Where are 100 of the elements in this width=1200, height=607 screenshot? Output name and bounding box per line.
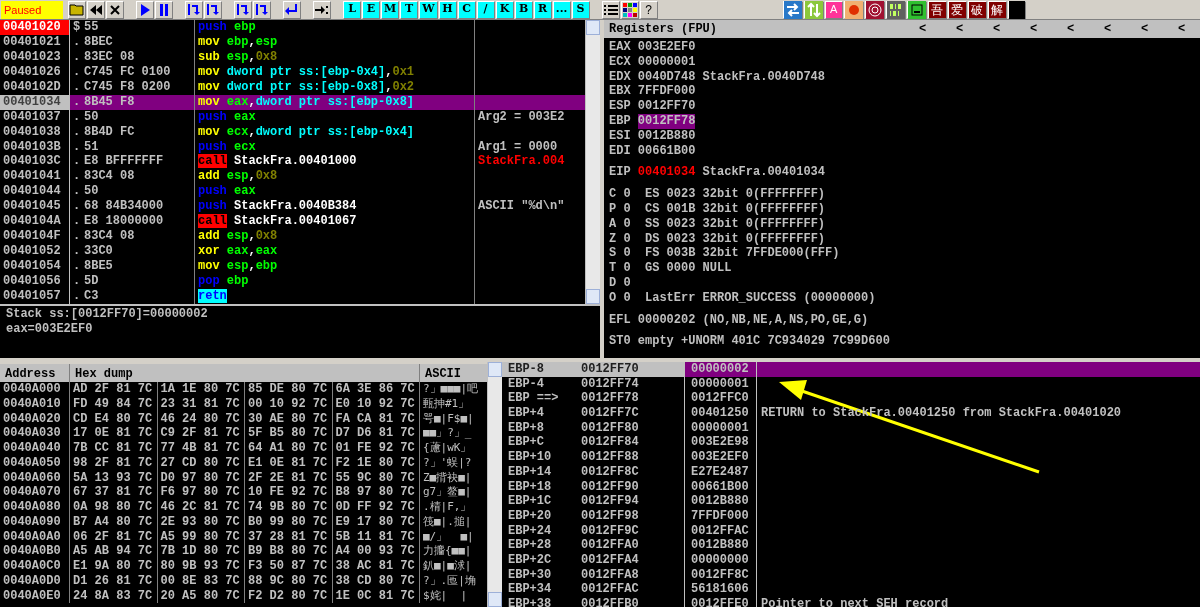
column-header[interactable]: Address xyxy=(0,364,70,384)
register-value[interactable]: 003E2EF0 xyxy=(637,40,696,55)
pause-icon[interactable] xyxy=(155,0,173,19)
window-button[interactable]: / xyxy=(476,0,495,19)
window-button[interactable]: K xyxy=(495,0,514,19)
stack-row[interactable]: EBP+10 0012FF88 003E2EF0 xyxy=(502,450,1200,465)
stack-row[interactable]: EBP+20 0012FF98 7FFDF000 xyxy=(502,508,1200,524)
code-row[interactable]: 00401034 . 8B45 F8 mov eax,dword ptr ss:[ebp-0x8] xyxy=(0,94,585,110)
window-button[interactable]: H xyxy=(438,0,457,19)
plugin-button[interactable]: 解 xyxy=(987,0,1007,19)
stack-row[interactable]: EBP-8 0012FF70 00000002 xyxy=(502,362,1200,377)
code-row[interactable]: 00401021 . 8BEC mov ebp,esp xyxy=(0,34,585,50)
stack-row[interactable]: EBP+C 0012FF84 003E2E98 xyxy=(502,435,1200,451)
stack-row[interactable]: EBP+38 0012FFB0 0012FFE0 Pointer to next SEH record xyxy=(502,597,1200,607)
up-down-arrows-icon[interactable] xyxy=(803,0,824,19)
nav-arrow-button[interactable]: < xyxy=(1126,20,1163,38)
stack-row[interactable]: EBP+34 0012FFAC 56181606 xyxy=(502,582,1200,597)
window-button[interactable]: E xyxy=(362,0,380,19)
list-icon[interactable] xyxy=(601,0,620,19)
square-icon[interactable] xyxy=(1007,0,1026,19)
address-cell: 00401057 xyxy=(0,288,70,304)
register-value[interactable]: 0040D748 xyxy=(637,69,696,85)
window-icon[interactable] xyxy=(906,0,927,19)
stack-row[interactable]: EBP+8 0012FF80 00000001 xyxy=(502,420,1200,436)
plugin-button[interactable]: 爱 xyxy=(947,0,967,19)
play-icon[interactable] xyxy=(136,0,154,19)
hex-bytes-cell: 67 37 81 7C xyxy=(70,485,158,500)
swap-arrows-icon[interactable] xyxy=(782,0,803,19)
step-into-icon[interactable] xyxy=(185,0,203,19)
column-header[interactable]: Hex dump xyxy=(70,364,420,384)
code-row[interactable]: 00401038 . 8B4D FC mov ecx,dword ptr ss:[ebp-0x4] xyxy=(0,124,585,140)
code-row[interactable]: 00401054 . 8BE5 mov esp,ebp xyxy=(0,259,585,274)
window-button[interactable]: R xyxy=(533,0,552,19)
scrollbar[interactable] xyxy=(487,362,502,607)
nav-arrow-button[interactable]: < xyxy=(1052,20,1089,38)
plugin-button[interactable]: 破 xyxy=(967,0,987,19)
stack-row[interactable]: EBP+28 0012FFA0 0012B880 xyxy=(502,538,1200,553)
close-icon[interactable] xyxy=(106,0,124,19)
step-over-icon[interactable] xyxy=(204,0,222,19)
color-grid-icon[interactable] xyxy=(620,0,639,19)
binary-icon[interactable] xyxy=(885,0,906,19)
window-button[interactable]: S xyxy=(571,0,590,19)
nav-arrow-button[interactable]: < xyxy=(941,20,978,38)
register-value[interactable]: 00401034 xyxy=(637,165,696,181)
address-cell: 00401037 xyxy=(0,109,70,125)
address-cell: 0012FF98 xyxy=(577,508,685,524)
register-value[interactable]: 00000001 xyxy=(637,54,696,70)
trace-over-icon[interactable] xyxy=(253,0,271,19)
stack-row[interactable]: EBP+24 0012FF9C 0012FFAC xyxy=(502,523,1200,539)
code-row[interactable]: 00401020 $ 55 push ebp xyxy=(0,20,585,35)
code-row[interactable]: 00401026 . C745 FC 0100 mov dword ptr ss:[ebp-0x4],0x1 xyxy=(0,64,585,80)
nav-arrow-button[interactable]: < xyxy=(1089,20,1126,38)
register-value[interactable]: 0012FF70 xyxy=(637,99,696,114)
window-button[interactable]: ... xyxy=(552,0,571,19)
offset-label: EBP+30 xyxy=(507,567,553,583)
target-icon[interactable] xyxy=(864,0,885,19)
window-button[interactable]: W xyxy=(419,0,438,19)
code-row[interactable]: 00401052 . 33C0 xor eax,eax xyxy=(0,244,585,259)
window-button[interactable]: M xyxy=(381,0,400,19)
register-value[interactable]: 0012B880 xyxy=(637,128,696,144)
rewind-icon[interactable] xyxy=(87,0,105,19)
flag-line: A 0 SS 0023 32bit 0(FFFFFFFF) xyxy=(609,216,827,232)
code-row[interactable]: 00401056 . 5D pop ebp xyxy=(0,273,585,289)
stack-row[interactable]: EBP+2C 0012FFA4 00000000 xyxy=(502,552,1200,568)
register-value[interactable]: 0012FF78 xyxy=(637,114,696,129)
nav-arrow-button[interactable]: < xyxy=(1163,20,1200,38)
stack-row[interactable]: EBP+14 0012FF8C E27E2487 xyxy=(502,464,1200,480)
code-row[interactable]: 00401041 . 83C4 08 add esp,0x8 xyxy=(0,169,585,185)
code-row[interactable]: 00401057 . C3 retn xyxy=(0,288,585,304)
help-button[interactable]: ? xyxy=(639,0,658,19)
window-button[interactable]: L xyxy=(343,0,361,19)
code-row[interactable]: 00401037 . 50 push eax Arg2 = 003E2 xyxy=(0,109,585,125)
register-value[interactable]: 7FFDF000 xyxy=(637,84,696,100)
circle-icon[interactable] xyxy=(843,0,864,19)
code-row[interactable]: 00401023 . 83EC 08 sub esp,0x8 xyxy=(0,49,585,65)
trace-into-icon[interactable] xyxy=(234,0,252,19)
value-cell: E27E2487 xyxy=(685,464,757,480)
scrollbar[interactable] xyxy=(585,20,600,304)
code-row[interactable]: 0040104F . 83C4 08 add esp,0x8 xyxy=(0,229,585,245)
nav-arrow-button[interactable]: < xyxy=(978,20,1015,38)
row-marker: . xyxy=(72,139,82,155)
code-row[interactable]: 00401044 . 50 push eax xyxy=(0,184,585,200)
code-row[interactable]: 0040103C . E8 BFFFFFFF call StackFra.00401000 StackFra.004 xyxy=(0,154,585,170)
stack-row[interactable]: EBP+18 0012FF90 00661B00 xyxy=(502,479,1200,495)
address-cell: 0012FF80 xyxy=(577,420,685,436)
code-row[interactable]: 0040102D . C745 F8 0200 mov dword ptr ss:[ebp-0x8],0x2 xyxy=(0,79,585,95)
nav-arrow-button[interactable]: < xyxy=(904,20,941,38)
code-row[interactable]: 0040104A . E8 18000000 call StackFra.00401067 xyxy=(0,214,585,230)
row-marker: . xyxy=(72,229,82,245)
plugin-button[interactable]: 吾 xyxy=(927,0,947,19)
window-button[interactable]: C xyxy=(457,0,476,19)
register-value[interactable]: 00661B00 xyxy=(637,143,696,159)
stack-row[interactable]: EBP+1C 0012FF94 0012B880 xyxy=(502,494,1200,509)
open-folder-icon[interactable] xyxy=(68,0,86,19)
stack-row[interactable]: EBP ==> 0012FF78 0012FFC0 xyxy=(502,391,1200,407)
window-button[interactable]: T xyxy=(400,0,419,19)
window-button[interactable]: B xyxy=(514,0,533,19)
stack-row[interactable]: EBP+30 0012FFA8 0012FF8C xyxy=(502,567,1200,583)
stack-row[interactable]: EBP-4 0012FF74 00000001 xyxy=(502,376,1200,392)
nav-arrow-button[interactable]: < xyxy=(1015,20,1052,38)
